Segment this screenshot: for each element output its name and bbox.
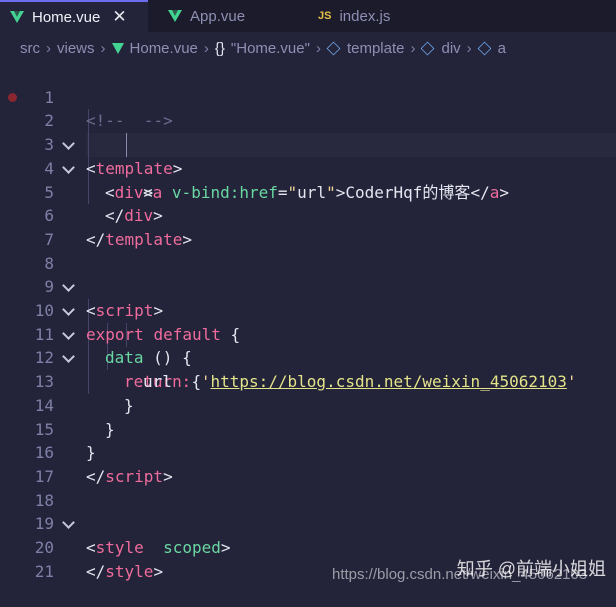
code-line: 8 <script> [0,228,616,320]
code-line: 1 <!-- --> [0,62,616,131]
tab-home-vue[interactable]: Home.vue ✕ [0,0,148,32]
vue-file-icon [111,42,124,54]
breadcrumb-module[interactable]: "Home.vue" [231,40,310,57]
breadcrumb-src[interactable]: src [20,40,40,57]
code-line: 11 return { [0,299,616,391]
code-line: 16 </script> [0,418,616,486]
tab-app-vue[interactable]: App.vue [148,0,300,32]
chevron-right-icon: › [46,39,51,57]
breadcrumb-a[interactable]: a [498,40,506,57]
breadcrumb-file[interactable]: Home.vue [130,40,198,57]
code-line: 20 </style> [0,512,616,581]
chevron-right-icon: › [315,39,321,57]
tab-label: index.js [339,7,391,25]
code-line: 6 </template> [0,181,616,249]
code-line: 12 url : 'https://blog.csdn.net/weixin_4… [0,323,616,391]
tab-label: App.vue [190,7,246,25]
code-line: 17 [0,441,616,486]
tab-index-js[interactable]: JS index.js [300,0,420,32]
line-number: 21 [34,561,54,581]
symbol-icon [326,41,341,55]
token: > [153,561,164,581]
code-line: 5 </div> [0,157,616,226]
chevron-right-icon: › [466,39,472,57]
code-line: 9 export default { [0,252,616,343]
tag-name: style [105,561,154,581]
symbol-icon [477,41,492,55]
code-line: 10 data () { [0,275,616,367]
code-line: 7 [0,204,616,249]
tab-label: Home.vue [32,8,101,26]
chevron-right-icon: › [203,39,209,57]
zhihu-watermark: 知乎 @前端小姐姐 [456,559,606,579]
code-line: 2 <template> [0,86,616,177]
code-line: 15 } [0,394,616,463]
code-line: 19 [0,489,616,533]
tab-bar: Home.vue ✕ App.vue JS index.js [0,0,616,32]
js-file-icon: JS [318,10,332,22]
code-line: 14 } [0,370,616,439]
code-line: 18 <style scoped> [0,465,616,557]
vue-file-icon [10,11,24,23]
chevron-right-icon: › [410,39,416,57]
chevron-right-icon: › [100,39,106,57]
breadcrumb: src › views › Home.vue › {} "Home.vue" ›… [0,36,616,60]
code-line: 13 } [0,346,616,415]
braces-icon: {} [214,39,225,57]
code-editor[interactable]: 1 <!-- --> 2 <template> 3 <div> 4 <a v-b… [0,62,616,594]
breadcrumb-div[interactable]: div [441,40,460,57]
symbol-icon [421,41,435,55]
breadcrumb-views[interactable]: views [57,40,95,57]
code-text: </style> [86,560,163,584]
breadcrumb-template[interactable]: template [347,40,405,57]
token: </ [86,561,106,581]
code-line: 3 <div> [0,109,616,201]
close-icon[interactable]: ✕ [112,7,126,27]
vue-file-icon [168,10,182,22]
code-line: 4 <a v-bind:href="url">CoderHqf的博客</a> [0,133,616,202]
